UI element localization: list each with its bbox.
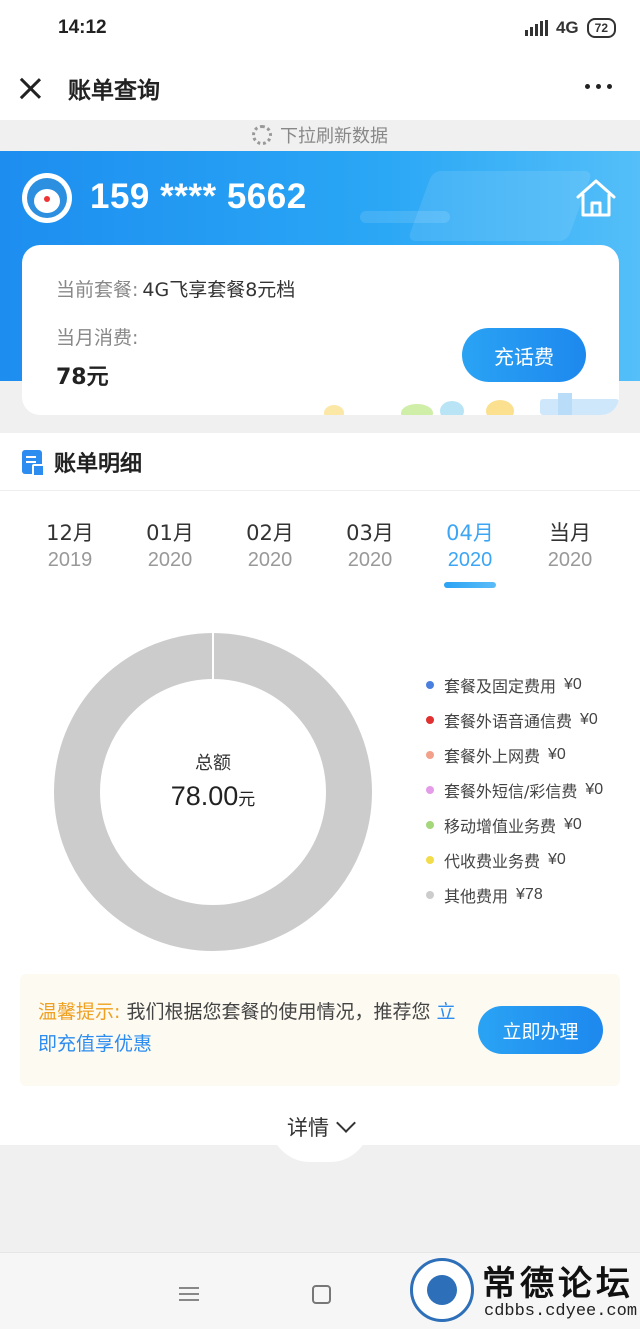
legend-value: ¥0 [564, 815, 582, 833]
refresh-text: 下拉刷新数据 [280, 126, 388, 147]
pull-to-refresh: 下拉刷新数据 [0, 120, 640, 150]
legend-name: 套餐外语音通信费 [444, 711, 573, 731]
menu-icon[interactable] [179, 1287, 199, 1301]
month-tab[interactable]: 12月 2019 [20, 517, 120, 579]
month-tab[interactable]: 02月 2020 [220, 517, 320, 579]
page-title: 账单查询 [68, 78, 160, 104]
month-tab[interactable]: 03月 2020 [320, 517, 420, 579]
tip-label: 温馨提示: [38, 1001, 121, 1023]
legend-item: 套餐外短信/彩信费 ¥0 [426, 772, 603, 807]
legend-name: 移动增值业务费 [444, 816, 557, 836]
legend-dot [426, 890, 434, 899]
year-label: 2020 [247, 549, 293, 571]
legend-dot [426, 750, 434, 759]
legend-value: ¥0 [548, 850, 566, 868]
month-label: 01月 [146, 521, 194, 545]
bill-section: 账单明细 12月 2019 01月 2020 02月 2020 03月 2020… [0, 433, 640, 1145]
month-label: 12月 [46, 521, 94, 545]
tip-body: 我们根据您套餐的使用情况，推荐您 [126, 1001, 431, 1023]
month-tab-active[interactable]: 04月 2020 [420, 517, 520, 588]
legend-value: ¥0 [585, 780, 604, 798]
legend-item: 套餐及固定费用 ¥0 [426, 667, 603, 702]
legend-name: 套餐外短信/彩信费 [444, 781, 578, 801]
apply-now-button[interactable]: 立即办理 [478, 1006, 603, 1054]
total-amount: 78.00元 [54, 781, 372, 812]
year-label: 2020 [547, 549, 593, 571]
total-unit: 元 [238, 790, 256, 809]
watermark: 常德论坛 cdbbs.cdyee.com [410, 1256, 638, 1326]
legend-dot [426, 785, 434, 794]
legend-dot [426, 820, 434, 829]
legend-value: ¥0 [564, 675, 582, 693]
year-label: 2020 [447, 549, 493, 571]
tip-banner: 温馨提示: 我们根据您套餐的使用情况，推荐您 立即充值享优惠 立即办理 [20, 974, 620, 1086]
month-label: 02月 [246, 521, 294, 545]
avatar[interactable] [22, 173, 72, 223]
legend-item: 套餐外语音通信费 ¥0 [426, 702, 603, 737]
signal-icon [524, 20, 548, 36]
plan-row: 当前套餐: 4G飞享套餐8元档 [56, 275, 295, 302]
details-label: 详情 [287, 1116, 329, 1140]
watermark-title: 常德论坛 [482, 1264, 634, 1304]
chart-legend: 套餐及固定费用 ¥0 套餐外语音通信费 ¥0 套餐外上网费 ¥0 套餐外短信/彩信费 ¥… [426, 667, 603, 912]
month-label: 03月 [346, 521, 394, 545]
legend-dot [426, 855, 434, 864]
title-bar: 账单查询 [0, 56, 640, 120]
legend-value: ¥78 [516, 885, 543, 903]
status-time: 14:12 [58, 17, 107, 38]
year-label: 2020 [147, 549, 193, 571]
section-header: 账单明细 [0, 433, 640, 491]
home-square-icon[interactable] [312, 1285, 331, 1304]
month-tab[interactable]: 当月 2020 [520, 517, 620, 579]
legend-name: 其他费用 [444, 886, 509, 906]
plan-label: 当前套餐: [56, 279, 139, 301]
month-label: 当月 [549, 521, 591, 545]
month-label: 04月 [446, 521, 494, 545]
account-card: 当前套餐: 4G飞享套餐8元档 当月消费: 78元 充话费 [22, 245, 619, 415]
tip-text: 温馨提示: 我们根据您套餐的使用情况，推荐您 立即充值享优惠 [38, 996, 458, 1060]
legend-item: 套餐外上网费 ¥0 [426, 737, 603, 772]
legend-item: 代收费业务费 ¥0 [426, 842, 603, 877]
bill-doc-icon [22, 449, 45, 477]
spend-label: 当月消费: [56, 327, 139, 349]
plan-value: 4G飞享套餐8元档 [142, 279, 296, 301]
more-icon[interactable] [585, 84, 612, 89]
phone-number: 159 **** 5662 [90, 177, 307, 216]
spinner-icon [252, 125, 272, 145]
total-label: 总额 [195, 753, 231, 774]
year-label: 2019 [47, 549, 93, 571]
close-icon[interactable] [18, 76, 42, 100]
legend-item: 其他费用 ¥78 [426, 877, 603, 912]
total-value: 78.00 [170, 781, 239, 811]
section-title: 账单明细 [54, 451, 143, 477]
header-decoration [360, 211, 450, 223]
home-icon[interactable] [574, 177, 618, 219]
legend-name: 套餐外上网费 [444, 746, 541, 766]
month-selector: 12月 2019 01月 2020 02月 2020 03月 2020 04月 … [0, 517, 640, 597]
legend-name: 代收费业务费 [444, 851, 541, 871]
legend-value: ¥0 [548, 745, 566, 763]
legend-item: 移动增值业务费 ¥0 [426, 807, 603, 842]
status-indicators: 4G 72 [524, 18, 616, 38]
header-decoration [407, 171, 593, 241]
network-type: 4G [555, 18, 579, 37]
month-tab[interactable]: 01月 2020 [120, 517, 220, 579]
chevron-down-icon [336, 1113, 356, 1133]
active-underline [444, 582, 496, 588]
legend-dot [426, 715, 434, 724]
status-bar: 14:12 4G 72 [0, 0, 640, 56]
watermark-url: cdbbs.cdyee.com [484, 1302, 638, 1321]
spend-value: 78元 [56, 365, 109, 390]
card-decoration [324, 393, 619, 415]
legend-name: 套餐及固定费用 [444, 676, 557, 696]
watermark-logo [410, 1258, 474, 1322]
legend-value: ¥0 [580, 710, 598, 728]
avatar-icon [27, 178, 67, 218]
details-toggle[interactable]: 详情 [270, 1098, 370, 1162]
year-label: 2020 [347, 549, 393, 571]
battery-icon: 72 [586, 18, 616, 38]
legend-dot [426, 680, 434, 689]
recharge-button[interactable]: 充话费 [462, 328, 586, 382]
